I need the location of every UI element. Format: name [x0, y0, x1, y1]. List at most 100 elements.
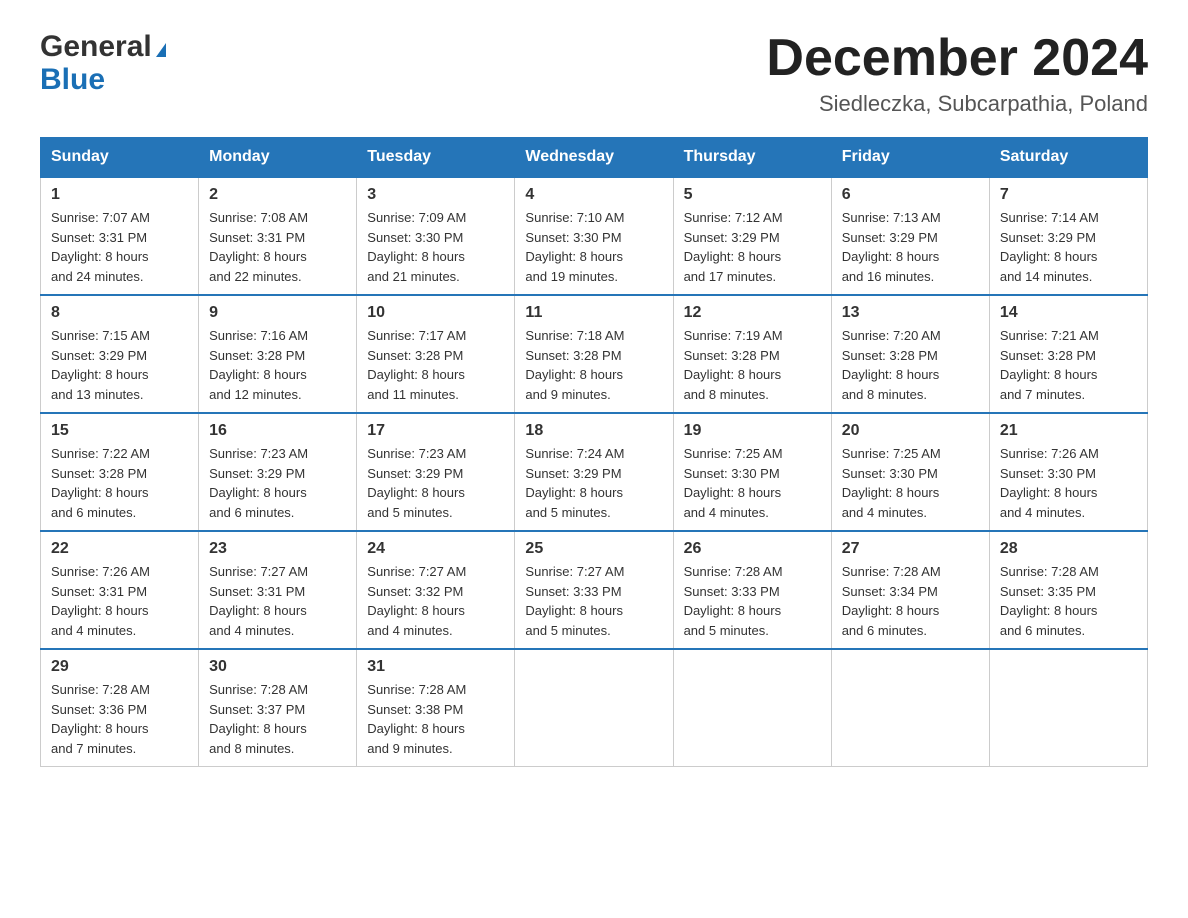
day-number: 28 [1000, 540, 1137, 558]
day-info: Sunrise: 7:28 AM Sunset: 3:34 PM Dayligh… [842, 562, 979, 640]
header-cell-sunday: Sunday [41, 138, 199, 178]
day-info: Sunrise: 7:28 AM Sunset: 3:38 PM Dayligh… [367, 680, 504, 758]
day-number: 29 [51, 658, 188, 676]
day-number: 25 [525, 540, 662, 558]
calendar-cell: 27 Sunrise: 7:28 AM Sunset: 3:34 PM Dayl… [831, 531, 989, 649]
header-row: SundayMondayTuesdayWednesdayThursdayFrid… [41, 138, 1148, 178]
calendar-cell [515, 649, 673, 767]
calendar-body: 1 Sunrise: 7:07 AM Sunset: 3:31 PM Dayli… [41, 177, 1148, 767]
calendar-cell: 1 Sunrise: 7:07 AM Sunset: 3:31 PM Dayli… [41, 177, 199, 295]
day-number: 17 [367, 422, 504, 440]
day-number: 23 [209, 540, 346, 558]
day-info: Sunrise: 7:28 AM Sunset: 3:33 PM Dayligh… [684, 562, 821, 640]
calendar-cell: 17 Sunrise: 7:23 AM Sunset: 3:29 PM Dayl… [357, 413, 515, 531]
calendar-cell: 24 Sunrise: 7:27 AM Sunset: 3:32 PM Dayl… [357, 531, 515, 649]
day-info: Sunrise: 7:22 AM Sunset: 3:28 PM Dayligh… [51, 444, 188, 522]
day-info: Sunrise: 7:17 AM Sunset: 3:28 PM Dayligh… [367, 326, 504, 404]
calendar-cell: 30 Sunrise: 7:28 AM Sunset: 3:37 PM Dayl… [199, 649, 357, 767]
day-info: Sunrise: 7:19 AM Sunset: 3:28 PM Dayligh… [684, 326, 821, 404]
calendar-cell: 13 Sunrise: 7:20 AM Sunset: 3:28 PM Dayl… [831, 295, 989, 413]
logo-triangle-icon [156, 43, 166, 57]
calendar-cell: 9 Sunrise: 7:16 AM Sunset: 3:28 PM Dayli… [199, 295, 357, 413]
calendar-cell: 23 Sunrise: 7:27 AM Sunset: 3:31 PM Dayl… [199, 531, 357, 649]
day-number: 15 [51, 422, 188, 440]
day-info: Sunrise: 7:08 AM Sunset: 3:31 PM Dayligh… [209, 208, 346, 286]
header-cell-wednesday: Wednesday [515, 138, 673, 178]
day-number: 11 [525, 304, 662, 322]
calendar-cell: 20 Sunrise: 7:25 AM Sunset: 3:30 PM Dayl… [831, 413, 989, 531]
week-row-1: 1 Sunrise: 7:07 AM Sunset: 3:31 PM Dayli… [41, 177, 1148, 295]
day-number: 19 [684, 422, 821, 440]
calendar-cell: 12 Sunrise: 7:19 AM Sunset: 3:28 PM Dayl… [673, 295, 831, 413]
day-info: Sunrise: 7:12 AM Sunset: 3:29 PM Dayligh… [684, 208, 821, 286]
header-cell-monday: Monday [199, 138, 357, 178]
day-info: Sunrise: 7:21 AM Sunset: 3:28 PM Dayligh… [1000, 326, 1137, 404]
day-number: 31 [367, 658, 504, 676]
day-number: 3 [367, 186, 504, 204]
day-info: Sunrise: 7:28 AM Sunset: 3:35 PM Dayligh… [1000, 562, 1137, 640]
calendar-cell: 26 Sunrise: 7:28 AM Sunset: 3:33 PM Dayl… [673, 531, 831, 649]
header-cell-thursday: Thursday [673, 138, 831, 178]
calendar-cell: 15 Sunrise: 7:22 AM Sunset: 3:28 PM Dayl… [41, 413, 199, 531]
day-info: Sunrise: 7:13 AM Sunset: 3:29 PM Dayligh… [842, 208, 979, 286]
day-info: Sunrise: 7:23 AM Sunset: 3:29 PM Dayligh… [367, 444, 504, 522]
day-info: Sunrise: 7:28 AM Sunset: 3:37 PM Dayligh… [209, 680, 346, 758]
day-number: 20 [842, 422, 979, 440]
day-number: 1 [51, 186, 188, 204]
calendar-cell: 18 Sunrise: 7:24 AM Sunset: 3:29 PM Dayl… [515, 413, 673, 531]
calendar-cell: 25 Sunrise: 7:27 AM Sunset: 3:33 PM Dayl… [515, 531, 673, 649]
day-info: Sunrise: 7:25 AM Sunset: 3:30 PM Dayligh… [842, 444, 979, 522]
calendar-cell [989, 649, 1147, 767]
calendar-cell: 19 Sunrise: 7:25 AM Sunset: 3:30 PM Dayl… [673, 413, 831, 531]
day-info: Sunrise: 7:20 AM Sunset: 3:28 PM Dayligh… [842, 326, 979, 404]
calendar-cell: 11 Sunrise: 7:18 AM Sunset: 3:28 PM Dayl… [515, 295, 673, 413]
header-cell-tuesday: Tuesday [357, 138, 515, 178]
calendar-cell: 2 Sunrise: 7:08 AM Sunset: 3:31 PM Dayli… [199, 177, 357, 295]
day-info: Sunrise: 7:25 AM Sunset: 3:30 PM Dayligh… [684, 444, 821, 522]
day-info: Sunrise: 7:27 AM Sunset: 3:32 PM Dayligh… [367, 562, 504, 640]
day-number: 18 [525, 422, 662, 440]
day-info: Sunrise: 7:10 AM Sunset: 3:30 PM Dayligh… [525, 208, 662, 286]
day-info: Sunrise: 7:27 AM Sunset: 3:33 PM Dayligh… [525, 562, 662, 640]
week-row-5: 29 Sunrise: 7:28 AM Sunset: 3:36 PM Dayl… [41, 649, 1148, 767]
day-info: Sunrise: 7:16 AM Sunset: 3:28 PM Dayligh… [209, 326, 346, 404]
calendar-cell: 29 Sunrise: 7:28 AM Sunset: 3:36 PM Dayl… [41, 649, 199, 767]
day-info: Sunrise: 7:23 AM Sunset: 3:29 PM Dayligh… [209, 444, 346, 522]
calendar-cell [673, 649, 831, 767]
logo-general-text: General [40, 30, 152, 63]
day-info: Sunrise: 7:26 AM Sunset: 3:30 PM Dayligh… [1000, 444, 1137, 522]
day-info: Sunrise: 7:27 AM Sunset: 3:31 PM Dayligh… [209, 562, 346, 640]
day-number: 30 [209, 658, 346, 676]
day-number: 14 [1000, 304, 1137, 322]
page-header: General Blue December 2024 Siedleczka, S… [40, 30, 1148, 117]
day-number: 12 [684, 304, 821, 322]
day-info: Sunrise: 7:09 AM Sunset: 3:30 PM Dayligh… [367, 208, 504, 286]
calendar-cell: 4 Sunrise: 7:10 AM Sunset: 3:30 PM Dayli… [515, 177, 673, 295]
location-subtitle: Siedleczka, Subcarpathia, Poland [766, 91, 1148, 117]
calendar-table: SundayMondayTuesdayWednesdayThursdayFrid… [40, 137, 1148, 767]
day-number: 27 [842, 540, 979, 558]
day-number: 24 [367, 540, 504, 558]
day-info: Sunrise: 7:28 AM Sunset: 3:36 PM Dayligh… [51, 680, 188, 758]
title-section: December 2024 Siedleczka, Subcarpathia, … [766, 30, 1148, 117]
calendar-cell: 7 Sunrise: 7:14 AM Sunset: 3:29 PM Dayli… [989, 177, 1147, 295]
logo-blue-text: Blue [40, 63, 105, 96]
day-info: Sunrise: 7:18 AM Sunset: 3:28 PM Dayligh… [525, 326, 662, 404]
calendar-cell: 31 Sunrise: 7:28 AM Sunset: 3:38 PM Dayl… [357, 649, 515, 767]
day-number: 16 [209, 422, 346, 440]
day-number: 9 [209, 304, 346, 322]
calendar-cell: 10 Sunrise: 7:17 AM Sunset: 3:28 PM Dayl… [357, 295, 515, 413]
week-row-4: 22 Sunrise: 7:26 AM Sunset: 3:31 PM Dayl… [41, 531, 1148, 649]
week-row-3: 15 Sunrise: 7:22 AM Sunset: 3:28 PM Dayl… [41, 413, 1148, 531]
day-number: 26 [684, 540, 821, 558]
day-number: 10 [367, 304, 504, 322]
day-info: Sunrise: 7:14 AM Sunset: 3:29 PM Dayligh… [1000, 208, 1137, 286]
day-info: Sunrise: 7:15 AM Sunset: 3:29 PM Dayligh… [51, 326, 188, 404]
day-number: 4 [525, 186, 662, 204]
day-info: Sunrise: 7:07 AM Sunset: 3:31 PM Dayligh… [51, 208, 188, 286]
calendar-cell: 28 Sunrise: 7:28 AM Sunset: 3:35 PM Dayl… [989, 531, 1147, 649]
calendar-cell: 6 Sunrise: 7:13 AM Sunset: 3:29 PM Dayli… [831, 177, 989, 295]
day-number: 22 [51, 540, 188, 558]
calendar-cell [831, 649, 989, 767]
day-info: Sunrise: 7:24 AM Sunset: 3:29 PM Dayligh… [525, 444, 662, 522]
